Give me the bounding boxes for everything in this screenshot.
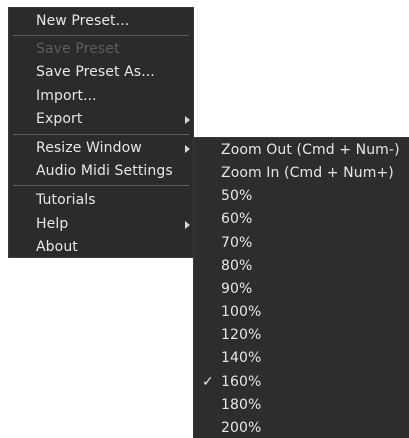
main-menu: New Preset... Save Preset Save Preset As…: [8, 7, 194, 258]
submenu-item-180[interactable]: 180%: [194, 394, 409, 417]
checkmark-icon: ✓: [202, 374, 214, 390]
submenu-item-140[interactable]: 140%: [194, 347, 409, 370]
submenu-item-label: 120%: [221, 327, 262, 343]
menu-item-about[interactable]: About: [9, 236, 193, 259]
submenu-arrow-icon: [185, 116, 190, 124]
menu-item-label: Export: [36, 111, 83, 127]
submenu-item-zoom-out[interactable]: Zoom Out (Cmd + Num-): [194, 139, 409, 162]
menu-item-new-preset[interactable]: New Preset...: [9, 10, 193, 33]
submenu-item-120[interactable]: 120%: [194, 324, 409, 347]
menu-item-label: Save Preset As...: [36, 64, 155, 80]
menu-item-label: Import...: [36, 88, 97, 104]
submenu-item-label: 80%: [221, 258, 253, 274]
resize-window-submenu: Zoom Out (Cmd + Num-) Zoom In (Cmd + Num…: [193, 137, 409, 438]
menu-item-label: About: [36, 239, 78, 255]
menu-separator: [13, 185, 189, 186]
menu-item-export[interactable]: Export: [9, 108, 193, 131]
submenu-item-label: 180%: [221, 397, 262, 413]
submenu-item-label: 100%: [221, 304, 262, 320]
submenu-item-label: 160%: [221, 374, 262, 390]
menu-item-label: Save Preset: [36, 41, 120, 57]
submenu-item-90[interactable]: 90%: [194, 278, 409, 301]
menu-item-resize-window[interactable]: Resize Window: [9, 137, 193, 160]
menu-item-audio-midi-settings[interactable]: Audio Midi Settings: [9, 160, 193, 183]
submenu-arrow-icon: [185, 145, 190, 153]
submenu-item-label: 140%: [221, 350, 262, 366]
submenu-item-label: 70%: [221, 235, 253, 251]
submenu-item-label: 90%: [221, 281, 253, 297]
menu-separator: [13, 134, 189, 135]
submenu-item-label: 200%: [221, 420, 262, 436]
menu-item-save-preset: Save Preset: [9, 38, 193, 61]
submenu-item-label: 60%: [221, 211, 253, 227]
submenu-item-100[interactable]: 100%: [194, 301, 409, 324]
submenu-item-50[interactable]: 50%: [194, 185, 409, 208]
submenu-item-label: 50%: [221, 188, 253, 204]
menu-item-label: Help: [36, 216, 69, 232]
menu-item-label: Resize Window: [36, 140, 142, 156]
submenu-item-label: Zoom Out (Cmd + Num-): [221, 142, 400, 158]
menu-separator: [13, 35, 189, 36]
menu-item-import[interactable]: Import...: [9, 85, 193, 108]
menu-item-help[interactable]: Help: [9, 213, 193, 236]
submenu-item-200[interactable]: 200%: [194, 417, 409, 438]
submenu-item-zoom-in[interactable]: Zoom In (Cmd + Num+): [194, 162, 409, 185]
menu-item-save-preset-as[interactable]: Save Preset As...: [9, 61, 193, 84]
submenu-item-label: Zoom In (Cmd + Num+): [221, 165, 394, 181]
menu-item-tutorials[interactable]: Tutorials: [9, 189, 193, 212]
submenu-item-70[interactable]: 70%: [194, 232, 409, 255]
submenu-arrow-icon: [185, 221, 190, 229]
submenu-item-80[interactable]: 80%: [194, 255, 409, 278]
menu-item-label: New Preset...: [36, 13, 130, 29]
context-menu-stage: New Preset... Save Preset Save Preset As…: [0, 0, 409, 438]
submenu-item-60[interactable]: 60%: [194, 208, 409, 231]
menu-item-label: Audio Midi Settings: [36, 163, 173, 179]
submenu-item-160[interactable]: ✓ 160%: [194, 371, 409, 394]
menu-item-label: Tutorials: [36, 192, 96, 208]
